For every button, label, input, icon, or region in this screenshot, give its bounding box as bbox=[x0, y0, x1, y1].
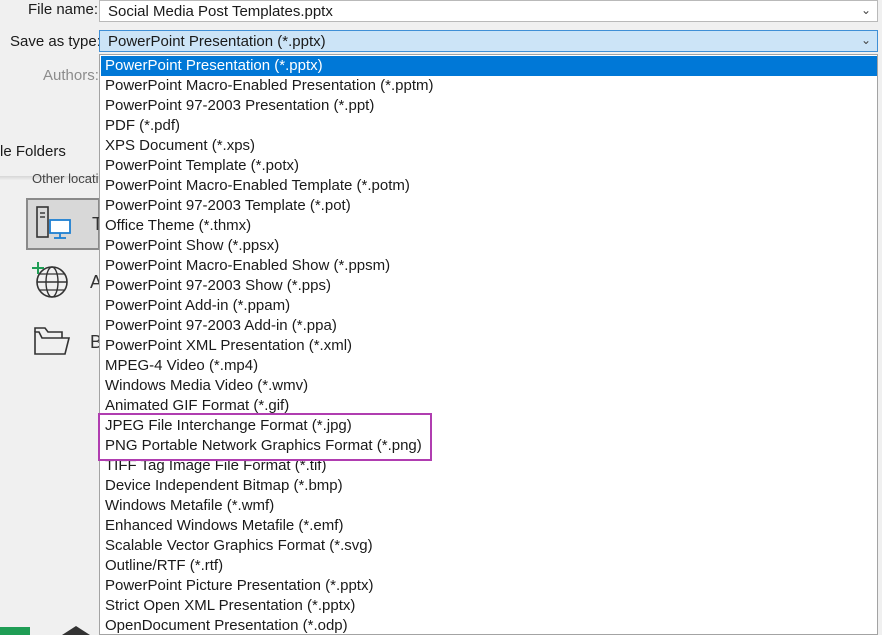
dropdown-option[interactable]: PNG Portable Network Graphics Format (*.… bbox=[101, 436, 877, 456]
file-name-field[interactable]: Social Media Post Templates.pptx ⌄ bbox=[99, 0, 878, 22]
authors-label: Authors: bbox=[43, 67, 99, 84]
file-name-label: File name: bbox=[28, 1, 99, 18]
dropdown-option[interactable]: Scalable Vector Graphics Format (*.svg) bbox=[101, 536, 877, 556]
dropdown-option[interactable]: PowerPoint 97-2003 Presentation (*.ppt) bbox=[101, 96, 877, 116]
save-as-type-dropdown-list[interactable]: PowerPoint Presentation (*.pptx) PowerPoi… bbox=[99, 54, 878, 635]
dropdown-option[interactable]: Strict Open XML Presentation (*.pptx) bbox=[101, 596, 877, 616]
dropdown-option[interactable]: PowerPoint Picture Presentation (*.pptx) bbox=[101, 576, 877, 596]
dropdown-option[interactable]: PowerPoint 97-2003 Add-in (*.ppa) bbox=[101, 316, 877, 336]
dropdown-option[interactable]: TIFF Tag Image File Format (*.tif) bbox=[101, 456, 877, 476]
dropdown-option[interactable]: Device Independent Bitmap (*.bmp) bbox=[101, 476, 877, 496]
other-locations-heading: Other locati bbox=[32, 171, 99, 186]
dropdown-option[interactable]: PowerPoint Show (*.ppsx) bbox=[101, 236, 877, 256]
chevron-down-icon[interactable]: ⌄ bbox=[861, 3, 871, 17]
dropdown-option[interactable]: PowerPoint Macro-Enabled Presentation (*… bbox=[101, 76, 877, 96]
this-pc-icon bbox=[36, 206, 71, 239]
place-this-pc[interactable]: T bbox=[26, 198, 103, 250]
hat-icon bbox=[62, 626, 90, 635]
dropdown-option[interactable]: MPEG-4 Video (*.mp4) bbox=[101, 356, 877, 376]
dropdown-option[interactable]: Outline/RTF (*.rtf) bbox=[101, 556, 877, 576]
dropdown-option[interactable]: PDF (*.pdf) bbox=[101, 116, 877, 136]
dropdown-option[interactable]: Enhanced Windows Metafile (*.emf) bbox=[101, 516, 877, 536]
dropdown-option[interactable]: XPS Document (*.xps) bbox=[101, 136, 877, 156]
dropdown-option[interactable]: Windows Metafile (*.wmf) bbox=[101, 496, 877, 516]
dropdown-option[interactable]: PowerPoint Presentation (*.pptx) bbox=[101, 56, 877, 76]
add-place-globe-icon bbox=[32, 262, 68, 298]
dropdown-option[interactable]: Office Theme (*.thmx) bbox=[101, 216, 877, 236]
dropdown-option[interactable]: OpenDocument Presentation (*.odp) bbox=[101, 616, 877, 634]
place-add-a-place[interactable]: A bbox=[26, 258, 102, 310]
app-badge bbox=[0, 627, 30, 635]
dropdown-option[interactable]: PowerPoint Add-in (*.ppam) bbox=[101, 296, 877, 316]
dropdown-option[interactable]: PowerPoint 97-2003 Template (*.pot) bbox=[101, 196, 877, 216]
browse-folder-icon bbox=[34, 327, 71, 355]
dropdown-option[interactable]: Animated GIF Format (*.gif) bbox=[101, 396, 877, 416]
dropdown-option[interactable]: Windows Media Video (*.wmv) bbox=[101, 376, 877, 396]
hide-folders-link[interactable]: le Folders bbox=[0, 143, 66, 160]
save-as-type-label: Save as type: bbox=[10, 33, 101, 50]
save-as-type-value: PowerPoint Presentation (*.pptx) bbox=[108, 33, 326, 50]
save-as-type-select[interactable]: PowerPoint Presentation (*.pptx) ⌄ bbox=[99, 30, 878, 52]
dropdown-option[interactable]: JPEG File Interchange Format (*.jpg) bbox=[101, 416, 877, 436]
chevron-down-icon[interactable]: ⌄ bbox=[861, 33, 871, 47]
file-name-value: Social Media Post Templates.pptx bbox=[108, 3, 333, 20]
dropdown-option[interactable]: PowerPoint Template (*.potx) bbox=[101, 156, 877, 176]
dropdown-option[interactable]: PowerPoint XML Presentation (*.xml) bbox=[101, 336, 877, 356]
place-browse[interactable]: B bbox=[26, 318, 102, 370]
dropdown-option[interactable]: PowerPoint 97-2003 Show (*.pps) bbox=[101, 276, 877, 296]
dropdown-option[interactable]: PowerPoint Macro-Enabled Show (*.ppsm) bbox=[101, 256, 877, 276]
dropdown-option[interactable]: PowerPoint Macro-Enabled Template (*.pot… bbox=[101, 176, 877, 196]
